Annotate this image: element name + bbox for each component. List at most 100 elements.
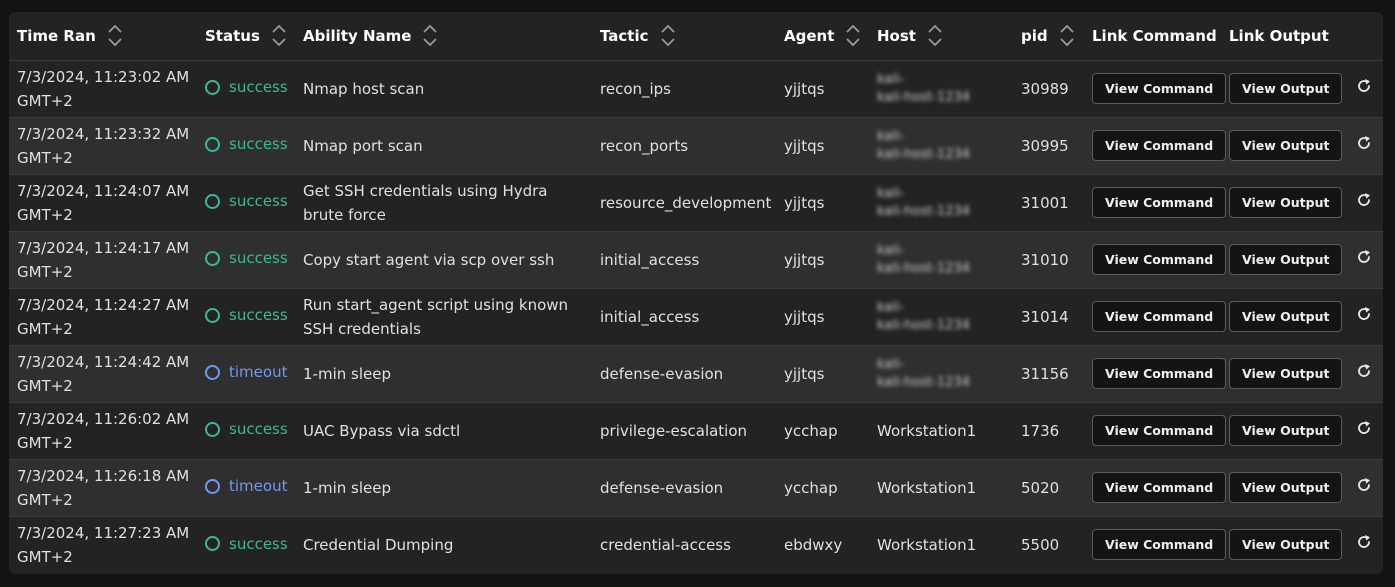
sort-updown-icon[interactable]: [272, 24, 286, 47]
col-link-command-label: Link Command: [1092, 26, 1217, 45]
view-output-button[interactable]: View Output: [1229, 415, 1343, 446]
view-command-button[interactable]: View Command: [1092, 358, 1227, 389]
timezone-value: GMT+2: [17, 547, 73, 566]
table-row: 7/3/2024, 11:26:02 AM GMT+2 success UAC …: [9, 402, 1383, 460]
host-line-2: kali-host-1234: [877, 203, 971, 219]
ability-name-cell: Nmap host scan: [295, 60, 592, 118]
time-ran-cell: 7/3/2024, 11:24:07 AM GMT+2: [9, 174, 197, 232]
host-cell: Workstation1: [869, 516, 1013, 573]
time-value: 7/3/2024, 11:26:02 AM: [17, 409, 190, 428]
refresh-icon[interactable]: [1354, 418, 1374, 438]
ability-name-cell: Nmap port scan: [295, 117, 592, 175]
view-command-button[interactable]: View Command: [1092, 529, 1227, 561]
tactic-cell: recon_ips: [592, 60, 776, 118]
view-output-button[interactable]: View Output: [1229, 529, 1343, 561]
view-output-button[interactable]: View Output: [1229, 187, 1343, 218]
sort-updown-icon[interactable]: [846, 24, 861, 47]
time-ran-cell: 7/3/2024, 11:26:02 AM GMT+2: [9, 402, 197, 460]
host-line-2: kali-host-1234: [877, 146, 971, 162]
view-command-button[interactable]: View Command: [1092, 415, 1227, 446]
header-row: Time Ran Status Ability Name Tactic Agen…: [9, 12, 1383, 61]
results-body: 7/3/2024, 11:23:02 AM GMT+2 success Nmap…: [9, 60, 1383, 573]
time-ran-cell: 7/3/2024, 11:26:18 AM GMT+2: [9, 459, 197, 517]
time-ran-cell: 7/3/2024, 11:24:27 AM GMT+2: [9, 288, 197, 346]
col-ability-name[interactable]: Ability Name: [295, 12, 592, 61]
pid-cell: 1736: [1013, 402, 1084, 460]
col-status[interactable]: Status: [197, 12, 295, 61]
tactic-cell: initial_access: [592, 288, 776, 346]
time-value: 7/3/2024, 11:27:23 AM: [17, 523, 190, 542]
agent-cell: ycchap: [776, 402, 869, 460]
time-value: 7/3/2024, 11:23:02 AM: [17, 67, 190, 86]
col-status-label: Status: [205, 26, 260, 45]
sort-updown-icon[interactable]: [660, 24, 675, 47]
view-command-button[interactable]: View Command: [1092, 472, 1227, 503]
view-output-button[interactable]: View Output: [1229, 358, 1343, 389]
refresh-icon[interactable]: [1354, 475, 1374, 495]
status-ring-icon: [205, 79, 220, 95]
link-command-cell: View Command: [1084, 345, 1227, 403]
status-badge: success: [205, 189, 288, 213]
col-time-ran[interactable]: Time Ran: [9, 12, 197, 61]
refresh-icon[interactable]: [1354, 190, 1374, 210]
results-table: Time Ran Status Ability Name Tactic Agen…: [9, 12, 1383, 573]
col-host[interactable]: Host: [869, 12, 1013, 61]
time-value: 7/3/2024, 11:26:18 AM: [17, 466, 190, 485]
col-agent[interactable]: Agent: [776, 12, 869, 61]
link-command-cell: View Command: [1084, 60, 1227, 118]
col-tactic[interactable]: Tactic: [592, 12, 776, 61]
link-command-cell: View Command: [1084, 288, 1227, 346]
time-ran-cell: 7/3/2024, 11:23:32 AM GMT+2: [9, 117, 197, 175]
refresh-icon[interactable]: [1354, 247, 1374, 267]
status-cell: timeout: [197, 459, 295, 517]
timezone-value: GMT+2: [17, 490, 73, 509]
timezone-value: GMT+2: [17, 433, 73, 452]
rerun-cell: [1346, 60, 1383, 118]
refresh-icon[interactable]: [1354, 304, 1374, 324]
agent-cell: yjjtqs: [776, 231, 869, 289]
view-output-button[interactable]: View Output: [1229, 73, 1343, 104]
view-output-button[interactable]: View Output: [1229, 130, 1343, 161]
host-redacted: kali- kali-host-1234: [877, 299, 1007, 335]
host-line-1: kali-: [877, 242, 905, 258]
sort-updown-icon[interactable]: [928, 24, 942, 47]
link-command-cell: View Command: [1084, 516, 1227, 573]
sort-updown-icon[interactable]: [423, 24, 438, 47]
status-label: success: [229, 306, 288, 325]
pid-cell: 30995: [1013, 117, 1084, 175]
col-pid[interactable]: pid: [1013, 12, 1084, 61]
view-command-button[interactable]: View Command: [1092, 301, 1227, 332]
status-label: success: [229, 249, 288, 268]
link-output-cell: View Output: [1221, 516, 1346, 573]
time-ran-cell: 7/3/2024, 11:27:23 AM GMT+2: [9, 516, 197, 573]
rerun-cell: [1346, 345, 1383, 403]
tactic-cell: defense-evasion: [592, 345, 776, 403]
table-row: 7/3/2024, 11:26:18 AM GMT+2 timeout 1-mi…: [9, 459, 1383, 517]
host-line-1: kali-: [877, 128, 905, 144]
view-output-button[interactable]: View Output: [1229, 301, 1343, 332]
table-row: 7/3/2024, 11:24:27 AM GMT+2 success Run …: [9, 288, 1383, 346]
view-output-button[interactable]: View Output: [1229, 472, 1343, 503]
view-command-button[interactable]: View Command: [1092, 130, 1227, 161]
pid-cell: 30989: [1013, 60, 1084, 118]
view-command-button[interactable]: View Command: [1092, 73, 1227, 104]
ability-name-cell: Credential Dumping: [303, 535, 454, 554]
view-command-button[interactable]: View Command: [1092, 187, 1227, 218]
refresh-icon[interactable]: [1354, 532, 1374, 552]
status-label: timeout: [229, 363, 288, 382]
agent-cell: ebdwxy: [784, 535, 843, 554]
view-output-button[interactable]: View Output: [1229, 244, 1343, 275]
host-line-1: kali-: [877, 299, 905, 315]
host-line-1: kali-: [877, 185, 905, 201]
sort-updown-icon[interactable]: [1059, 24, 1074, 47]
timezone-value: GMT+2: [17, 91, 73, 110]
view-command-button[interactable]: View Command: [1092, 244, 1227, 275]
status-label: timeout: [229, 477, 288, 496]
refresh-icon[interactable]: [1354, 76, 1374, 96]
sort-updown-icon[interactable]: [108, 24, 122, 47]
refresh-icon[interactable]: [1354, 361, 1374, 381]
status-cell: success: [197, 288, 295, 346]
agent-cell: yjjtqs: [776, 288, 869, 346]
rerun-cell: [1346, 288, 1383, 346]
refresh-icon[interactable]: [1354, 133, 1374, 153]
